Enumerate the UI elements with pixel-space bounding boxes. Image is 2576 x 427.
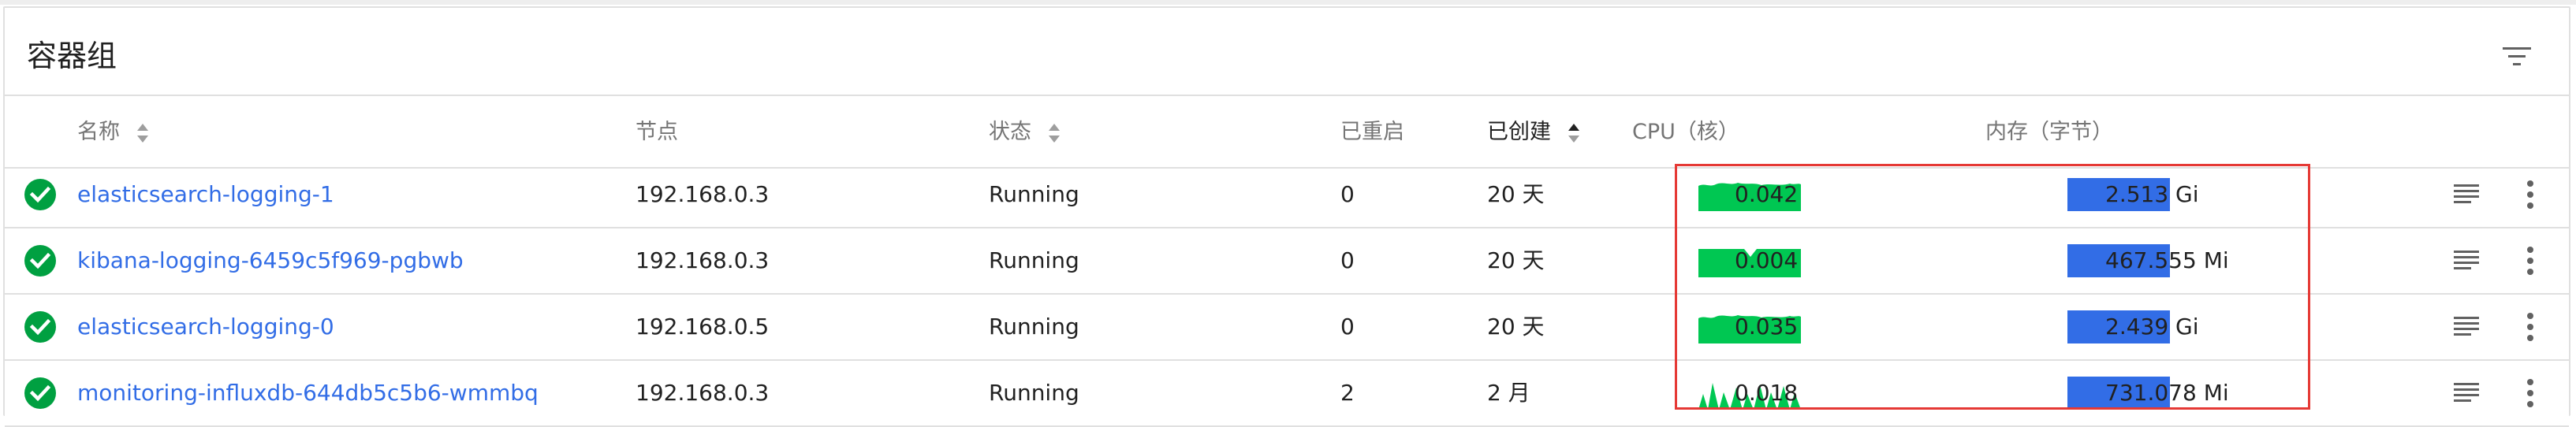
restarts-cell: 2 [1340,380,1355,406]
column-header-status[interactable]: 状态 [989,118,1061,147]
logs-icon[interactable] [2452,378,2481,407]
status-cell: Running [989,314,1079,340]
status-cell: Running [989,380,1079,406]
memory-value: 2.439 Gi [2105,314,2199,340]
column-header-cpu: CPU（核） [1632,120,1739,144]
memory-value: 467.555 Mi [2105,247,2229,273]
cpu-value: 0.018 [1735,380,1799,406]
sort-ascending-icon [1568,123,1579,143]
column-header-created[interactable]: 已创建 [1487,118,1580,147]
check-circle-icon [24,245,56,277]
node-cell: 192.168.0.5 [636,314,770,340]
card-header: 容器组 [5,8,2569,96]
more-vert-icon[interactable] [2525,178,2536,211]
more-vert-icon[interactable] [2525,377,2536,410]
top-border [0,0,2576,5]
logs-icon[interactable] [2452,312,2481,340]
restarts-cell: 0 [1340,314,1355,340]
sort-icon [1048,123,1060,143]
restarts-cell: 0 [1340,181,1355,207]
table-row: elasticsearch-logging-0 192.168.0.5 Runnin… [5,295,2569,361]
column-header-restarts: 已重启 [1340,120,1404,144]
created-cell: 20 天 [1487,247,1545,273]
column-header-created-label: 已创建 [1487,120,1551,144]
column-header-node: 节点 [636,120,678,144]
pod-name-link[interactable]: monitoring-influxdb-644db5c5b6-wmmbq [77,378,539,408]
pod-name-link[interactable]: kibana-logging-6459c5f969-pgbwb [77,246,464,276]
sort-icon [136,123,148,143]
logs-icon[interactable] [2452,180,2481,208]
memory-value: 2.513 Gi [2105,181,2199,207]
more-vert-icon[interactable] [2525,310,2536,343]
memory-value: 731.078 Mi [2105,380,2229,406]
pods-card: 容器组 名称 节点 状态 已重启 已创建 CPU（核） 内存（字节） elast… [3,6,2570,427]
created-cell: 2 月 [1487,380,1530,406]
cpu-value: 0.035 [1735,314,1799,340]
status-cell: Running [989,247,1079,273]
cpu-value: 0.004 [1735,247,1799,273]
check-circle-icon [24,179,56,210]
restarts-cell: 0 [1340,247,1355,273]
pod-name-link[interactable]: elasticsearch-logging-0 [77,312,334,342]
filter-list-icon[interactable] [2501,43,2533,71]
status-cell: Running [989,181,1079,207]
card-title: 容器组 [27,39,117,73]
logs-icon[interactable] [2452,246,2481,274]
created-cell: 20 天 [1487,314,1545,340]
cpu-value: 0.042 [1735,181,1799,207]
table-row: monitoring-influxdb-644db5c5b6-wmmbq 192.… [5,361,2569,427]
table-row: kibana-logging-6459c5f969-pgbwb 192.168.0… [5,228,2569,295]
column-header-name[interactable]: 名称 [77,118,149,147]
column-header-memory: 内存（字节） [1985,120,2113,144]
table-row: elasticsearch-logging-1 192.168.0.3 Runnin… [5,162,2569,228]
more-vert-icon[interactable] [2525,244,2536,277]
column-header-status-label: 状态 [989,120,1031,144]
created-cell: 20 天 [1487,181,1545,207]
check-circle-icon [24,377,56,409]
node-cell: 192.168.0.3 [636,181,770,207]
table-header: 名称 节点 状态 已重启 已创建 CPU（核） 内存（字节） [5,96,2569,169]
node-cell: 192.168.0.3 [636,247,770,273]
column-header-name-label: 名称 [77,120,120,144]
node-cell: 192.168.0.3 [636,380,770,406]
check-circle-icon [24,311,56,343]
pod-name-link[interactable]: elasticsearch-logging-1 [77,180,334,210]
